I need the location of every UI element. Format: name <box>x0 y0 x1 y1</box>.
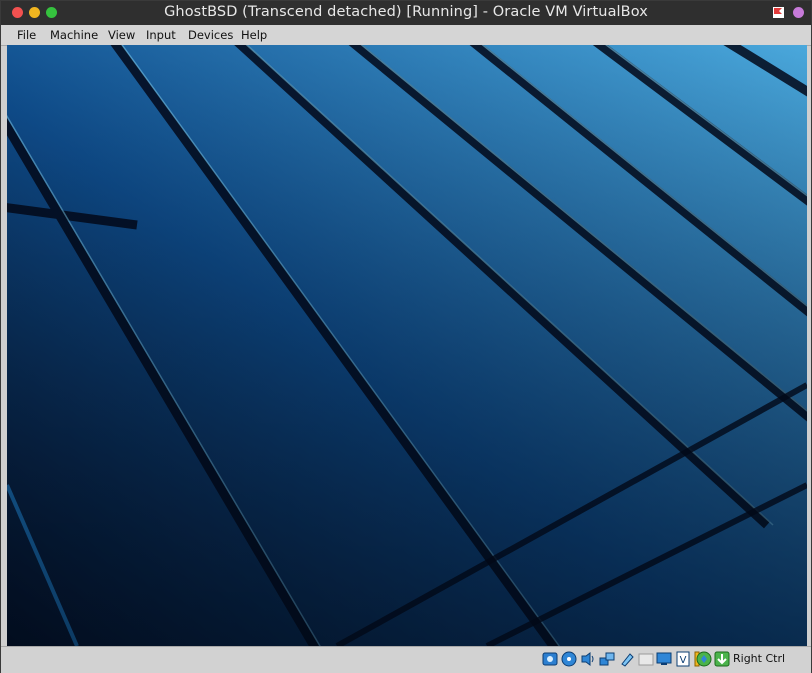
hard-disk-icon[interactable] <box>542 651 558 667</box>
menu-file[interactable]: File <box>17 28 36 42</box>
virtualbox-window: GhostBSD (Transcend detached) [Running] … <box>0 0 812 673</box>
optical-drive-icon[interactable] <box>561 651 577 667</box>
usb-icon[interactable] <box>619 651 635 667</box>
guest-display[interactable] <box>7 45 807 646</box>
menu-view[interactable]: View <box>108 28 135 42</box>
menu-bar: File Machine View Input Devices Help <box>1 25 811 46</box>
display-icon[interactable] <box>656 651 672 667</box>
status-bar: V Right Ctrl <box>1 646 811 673</box>
guest-wallpaper <box>7 45 807 646</box>
keyboard-icon[interactable] <box>714 651 730 667</box>
host-key-label: Right Ctrl <box>733 652 786 665</box>
window-title: GhostBSD (Transcend detached) [Running] … <box>164 4 648 20</box>
menu-devices[interactable]: Devices <box>188 28 233 42</box>
extra-window-button[interactable] <box>793 7 804 18</box>
menu-help[interactable]: Help <box>241 28 267 42</box>
mouse-integration-icon[interactable] <box>696 651 712 667</box>
audio-icon[interactable] <box>580 651 596 667</box>
network-icon[interactable] <box>599 651 615 667</box>
title-bar[interactable]: GhostBSD (Transcend detached) [Running] … <box>1 1 811 25</box>
svg-text:V: V <box>680 655 687 666</box>
shared-folders-icon[interactable] <box>638 651 654 667</box>
menu-input[interactable]: Input <box>146 28 176 42</box>
menu-machine[interactable]: Machine <box>50 28 98 42</box>
flag-icon[interactable] <box>772 6 785 19</box>
